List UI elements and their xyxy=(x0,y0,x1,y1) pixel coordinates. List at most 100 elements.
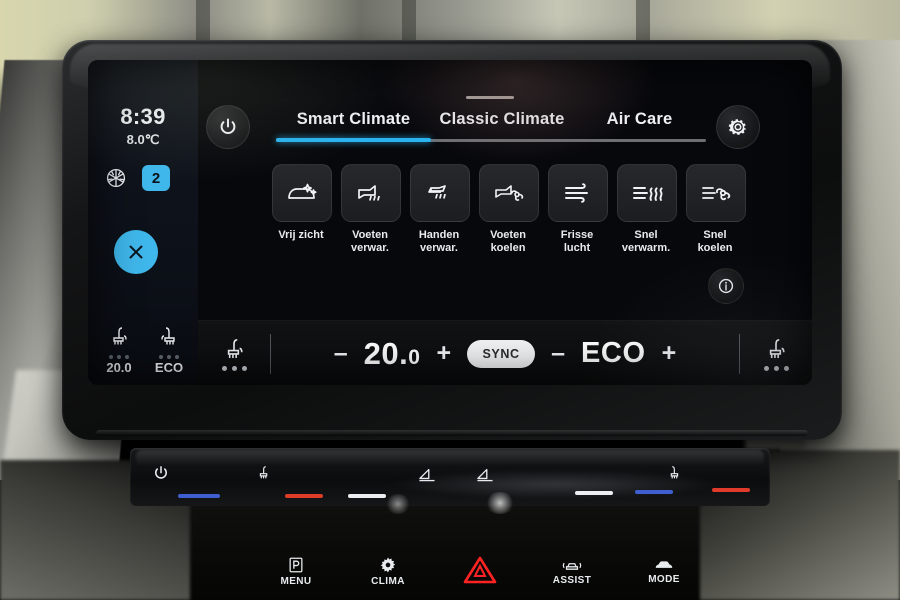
fan-icon xyxy=(104,166,128,190)
tile-label: Snel koelen xyxy=(697,229,733,254)
seat-level-dots-right xyxy=(149,355,189,359)
fast-cool-icon xyxy=(702,187,731,201)
parking-p-icon xyxy=(289,557,303,572)
eco-increase-button[interactable]: + xyxy=(662,341,677,366)
tab-smart-climate[interactable]: Smart Climate xyxy=(276,102,431,129)
tile-voeten-koelen[interactable]: Voeten koelen xyxy=(479,164,539,255)
slider-seat-heat-left[interactable] xyxy=(255,464,273,487)
tile-handen-verwarmen[interactable]: Handen verwar. xyxy=(410,164,470,255)
slider-indicator-volume-right xyxy=(575,491,613,495)
hardware-button-bar[interactable]: MENU CLIMA ASSIST MODE xyxy=(250,548,710,594)
climate-off-button[interactable] xyxy=(114,230,158,274)
seat-ventilation-icon xyxy=(161,327,175,345)
feet-heat-icon xyxy=(358,185,380,201)
info-button[interactable] xyxy=(708,268,744,304)
slider-seat-heat-right[interactable] xyxy=(665,464,683,487)
seat-heat-small-icon xyxy=(670,466,679,479)
climate-tabs[interactable]: Smart Climate Classic Climate Air Care xyxy=(276,96,706,152)
seat-summary-right[interactable]: ECO xyxy=(149,325,189,381)
clock: 8:39 xyxy=(120,104,166,129)
tile-icon-box[interactable] xyxy=(548,164,608,222)
temp-integer: 20. xyxy=(363,335,409,371)
driver-seat-heat-button[interactable] xyxy=(198,337,270,371)
status-rail: 8:39 8.0℃ 2 20.0 ECO xyxy=(88,60,198,385)
tab-classic-climate[interactable]: Classic Climate xyxy=(431,102,573,129)
hw-button-hazard[interactable] xyxy=(434,555,526,587)
gear-icon xyxy=(728,119,747,135)
tile-label: Voeten koelen xyxy=(490,229,526,254)
infotainment-screen[interactable]: 8:39 8.0℃ 2 20.0 ECO Smart Climate Class… xyxy=(88,60,812,385)
settings-button[interactable] xyxy=(716,105,760,149)
fan-speed-row[interactable]: 2 xyxy=(104,165,186,191)
temp-decrease-button[interactable]: – xyxy=(334,341,348,366)
tile-voeten-verwarmen[interactable]: Voeten verwar. xyxy=(341,164,401,255)
tile-icon-box[interactable] xyxy=(686,164,746,222)
seat-summary-left[interactable]: 20.0 xyxy=(99,325,139,381)
slider-indicator-temp-up-left xyxy=(285,494,323,498)
quick-function-tiles[interactable]: Vrij zicht Voeten verwar. Handen verwar.… xyxy=(272,164,812,255)
tile-snel-koelen[interactable]: Snel koelen xyxy=(686,164,746,255)
slider-reflection-1 xyxy=(385,494,411,514)
tab-air-care[interactable]: Air Care xyxy=(573,102,706,129)
driver-temperature-group[interactable]: – 20.0 + SYNC – ECO + xyxy=(271,336,739,372)
hw-button-label: CLIMA xyxy=(371,575,405,587)
tab-drag-handle[interactable] xyxy=(466,96,514,99)
slider-rear-defrost-button[interactable] xyxy=(417,466,437,487)
driver-seat-level-dots xyxy=(221,365,247,371)
windshield-clear-icon xyxy=(288,183,317,199)
touch-slider-strip[interactable] xyxy=(130,448,770,514)
fan-level-badge[interactable]: 2 xyxy=(142,165,170,191)
park-assist-icon xyxy=(562,562,582,570)
tile-icon-box[interactable] xyxy=(617,164,677,222)
tile-frisse-lucht[interactable]: Frisse lucht xyxy=(548,164,608,255)
hw-button-clima[interactable]: CLIMA xyxy=(342,556,434,587)
tile-vrij-zicht[interactable]: Vrij zicht xyxy=(272,164,332,255)
passenger-seat-level-dots xyxy=(763,365,789,371)
seat-heat-small-icon xyxy=(259,466,268,479)
tile-label: Snel verwarm. xyxy=(621,229,671,254)
seat-summary-right-value: ECO xyxy=(154,360,184,375)
power-icon xyxy=(154,466,168,479)
tile-label: Frisse lucht xyxy=(560,229,594,254)
passenger-seat-heat-button[interactable] xyxy=(740,337,812,371)
temp-decimal: 0 xyxy=(408,345,421,369)
tile-icon-box[interactable] xyxy=(272,164,332,222)
hazard-triangle-icon xyxy=(463,556,497,584)
tile-label: Voeten verwar. xyxy=(351,229,389,254)
fresh-air-icon xyxy=(565,183,588,203)
temp-increase-button[interactable]: + xyxy=(436,341,451,366)
tile-icon-box[interactable] xyxy=(410,164,470,222)
bezel-under-screen xyxy=(96,430,808,436)
outside-temperature: 8.0℃ xyxy=(126,132,160,147)
seat-heating-icon xyxy=(113,327,127,345)
screenshot-stage: 8:39 8.0℃ 2 20.0 ECO Smart Climate Class… xyxy=(0,0,900,600)
tile-icon-box[interactable] xyxy=(479,164,539,222)
hw-button-assist[interactable]: ASSIST xyxy=(526,557,618,586)
tile-snel-verwarmen[interactable]: Snel verwarm. xyxy=(617,164,677,255)
seat-heating-icon xyxy=(227,338,243,358)
close-x-icon xyxy=(129,245,143,259)
sync-button[interactable]: SYNC xyxy=(467,339,536,368)
eco-decrease-button[interactable]: – xyxy=(551,341,565,366)
power-button[interactable] xyxy=(206,105,250,149)
slider-indicator-temp-down-left xyxy=(178,494,220,498)
tile-label: Vrij zicht xyxy=(278,229,324,241)
hw-button-mode[interactable]: MODE xyxy=(618,558,710,585)
climate-fan-icon xyxy=(380,556,396,573)
hw-button-menu[interactable]: MENU xyxy=(250,556,342,587)
slider-front-defrost-button[interactable] xyxy=(475,466,495,487)
seat-summary-left-value: 20.0 xyxy=(106,360,132,375)
front-defrost-icon xyxy=(477,468,493,482)
slider-indicator-volume-left xyxy=(348,494,386,498)
climate-control-bar[interactable]: – 20.0 + SYNC – ECO + xyxy=(198,320,812,385)
divider-left xyxy=(270,333,271,374)
driver-temperature-value: 20.0 xyxy=(364,336,421,372)
tab-active-indicator xyxy=(276,138,431,142)
slider-power-button[interactable] xyxy=(152,464,170,487)
tile-icon-box[interactable] xyxy=(341,164,401,222)
hw-button-label: ASSIST xyxy=(552,574,592,586)
slider-indicator-temp-up-right xyxy=(712,488,750,492)
slider-reflection-2 xyxy=(485,492,515,514)
divider-right xyxy=(739,333,740,374)
drive-mode-car-icon xyxy=(655,560,673,568)
